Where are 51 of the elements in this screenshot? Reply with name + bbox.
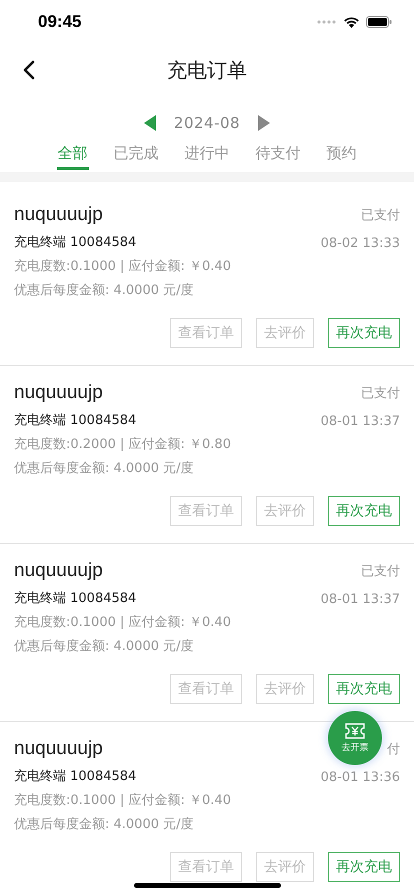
charge-summary: 充电度数:0.1000 | 应付金额: ￥0.40 bbox=[14, 614, 232, 632]
order-action-button[interactable]: 查看订单 bbox=[170, 318, 242, 348]
terminal-label: 充电终端 10084584 bbox=[14, 412, 136, 430]
invoice-button[interactable]: 去开票 bbox=[328, 711, 382, 765]
order-time: 08-01 13:37 bbox=[320, 592, 400, 606]
order-action-button[interactable]: 去评价 bbox=[256, 674, 314, 704]
status-time: 09:45 bbox=[38, 12, 82, 32]
order-time: 08-01 13:37 bbox=[320, 414, 400, 428]
wifi-icon bbox=[343, 16, 360, 28]
signal-icon bbox=[317, 20, 337, 24]
unit-price: 优惠后每度金额: 4.0000 元/度 bbox=[14, 460, 195, 478]
terminal-label: 充电终端 10084584 bbox=[14, 234, 136, 252]
recharge-button[interactable]: 再次充电 bbox=[328, 852, 400, 882]
battery-icon bbox=[366, 16, 392, 28]
user-name: nuquuuujp bbox=[14, 737, 103, 761]
recharge-button[interactable]: 再次充电 bbox=[328, 674, 400, 704]
order-action-button[interactable]: 去评价 bbox=[256, 852, 314, 882]
terminal-label: 充电终端 10084584 bbox=[14, 768, 136, 786]
previous-month-button[interactable] bbox=[144, 115, 156, 131]
ticket-icon bbox=[345, 722, 365, 738]
user-name: nuquuuujp bbox=[14, 203, 103, 227]
filter-tab[interactable]: 待支付 bbox=[254, 140, 302, 170]
user-name: nuquuuujp bbox=[14, 559, 103, 583]
recharge-button[interactable]: 再次充电 bbox=[328, 496, 400, 526]
user-name: nuquuuujp bbox=[14, 381, 103, 405]
month-label: 2024-08 bbox=[174, 114, 240, 132]
order-time: 08-02 13:33 bbox=[320, 236, 400, 250]
terminal-label: 充电终端 10084584 bbox=[14, 590, 136, 608]
unit-price: 优惠后每度金额: 4.0000 元/度 bbox=[14, 816, 195, 834]
filter-tab[interactable]: 已完成 bbox=[112, 140, 160, 170]
payment-status: 已支付 bbox=[361, 207, 400, 224]
payment-status: 付 bbox=[387, 741, 400, 758]
filter-tab[interactable]: 进行中 bbox=[184, 140, 230, 170]
filter-tab[interactable]: 预约 bbox=[326, 140, 358, 170]
page-title: 充电订单 bbox=[167, 56, 247, 84]
unit-price: 优惠后每度金额: 4.0000 元/度 bbox=[14, 282, 195, 300]
charge-summary: 充电度数:0.2000 | 应付金额: ￥0.80 bbox=[14, 436, 232, 454]
order-action-button[interactable]: 查看订单 bbox=[170, 496, 242, 526]
order-time: 08-01 13:36 bbox=[320, 770, 400, 784]
back-button[interactable] bbox=[23, 60, 35, 80]
unit-price: 优惠后每度金额: 4.0000 元/度 bbox=[14, 638, 195, 656]
order-action-button[interactable]: 去评价 bbox=[256, 496, 314, 526]
order-action-button[interactable]: 去评价 bbox=[256, 318, 314, 348]
payment-status: 已支付 bbox=[361, 385, 400, 402]
recharge-button[interactable]: 再次充电 bbox=[328, 318, 400, 348]
next-month-button[interactable] bbox=[258, 115, 270, 131]
order-action-button[interactable]: 查看订单 bbox=[170, 852, 242, 882]
charge-summary: 充电度数:0.1000 | 应付金额: ￥0.40 bbox=[14, 792, 232, 810]
payment-status: 已支付 bbox=[361, 563, 400, 580]
charge-summary: 充电度数:0.1000 | 应付金额: ￥0.40 bbox=[14, 258, 232, 276]
order-action-button[interactable]: 查看订单 bbox=[170, 674, 242, 704]
